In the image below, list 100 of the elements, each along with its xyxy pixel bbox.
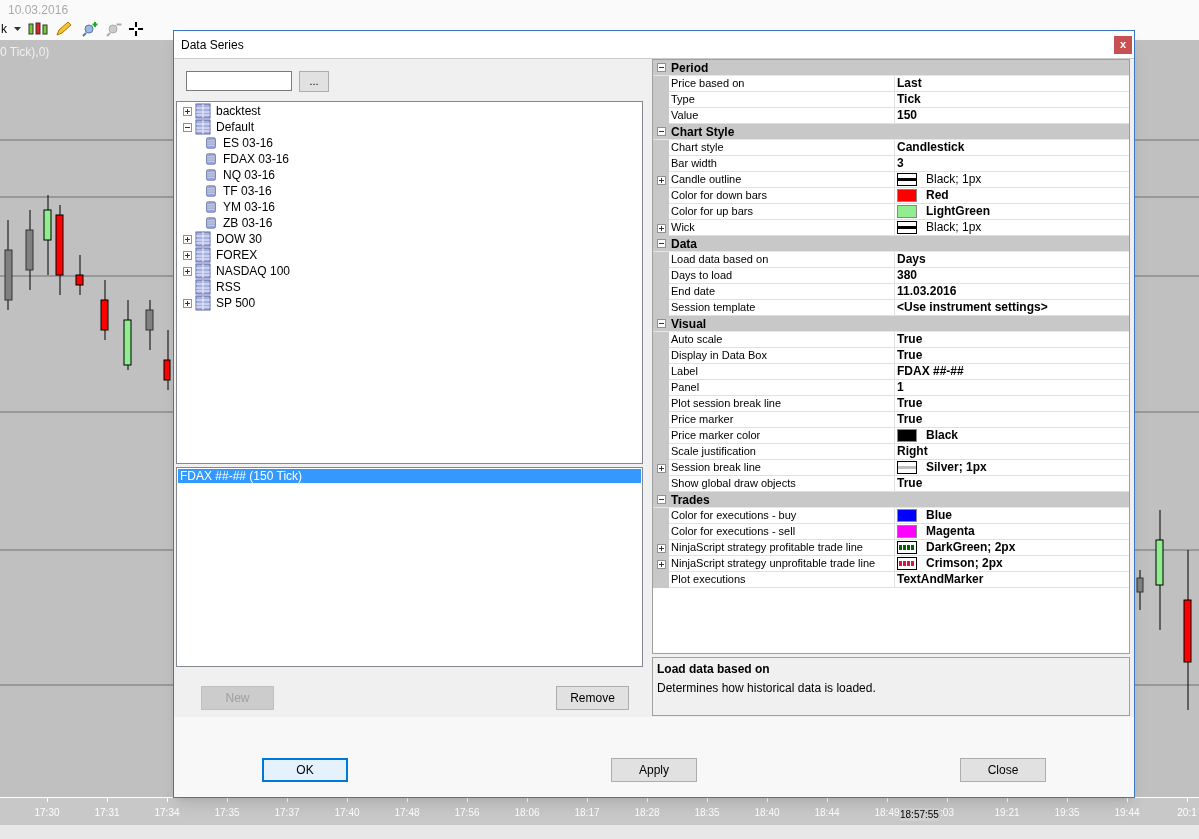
property-value[interactable]: Candlestick — [897, 140, 965, 155]
tree-item[interactable]: DOW 30 — [216, 230, 262, 248]
property-name[interactable]: Display in Data Box — [669, 348, 895, 364]
candlestick-icon[interactable] — [27, 21, 49, 37]
property-value[interactable]: 150 — [897, 108, 918, 123]
property-name[interactable]: Price marker color — [669, 428, 895, 444]
property-value[interactable]: Right — [897, 444, 928, 459]
property-value[interactable]: Magenta — [926, 524, 975, 539]
expand-icon[interactable] — [656, 463, 666, 473]
expand-icon[interactable] — [183, 298, 192, 308]
dialog-button[interactable]: Apply — [611, 758, 697, 782]
property-value[interactable]: Crimson; 2px — [926, 556, 1003, 571]
dialog-button[interactable]: OK — [262, 758, 348, 782]
property-value[interactable]: Blue — [926, 508, 952, 523]
property-value[interactable]: Tick — [897, 92, 921, 107]
collapse-icon[interactable] — [183, 122, 192, 132]
property-name[interactable]: Bar width — [669, 156, 895, 172]
property-name[interactable]: Plot session break line — [669, 396, 895, 412]
property-name[interactable]: Price marker — [669, 412, 895, 428]
property-value[interactable]: True — [897, 348, 923, 363]
category-header[interactable]: Chart Style — [669, 122, 735, 141]
category-header[interactable]: Visual — [669, 314, 707, 333]
expand-icon[interactable] — [183, 266, 192, 276]
expand-icon[interactable] — [656, 175, 666, 185]
property-name[interactable]: End date — [669, 284, 895, 300]
property-name[interactable]: Panel — [669, 380, 895, 396]
property-value[interactable]: Black; 1px — [926, 172, 982, 187]
property-name[interactable]: Scale justification — [669, 444, 895, 460]
property-value[interactable]: FDAX ##-## — [897, 364, 964, 379]
property-name[interactable]: Candle outline — [669, 172, 895, 188]
category-header[interactable]: Period — [669, 58, 709, 77]
property-name[interactable]: Color for down bars — [669, 188, 895, 204]
tree-item[interactable]: FOREX — [216, 246, 258, 264]
property-name[interactable]: Session break line — [669, 460, 895, 476]
instrument-dropdown[interactable]: k — [0, 20, 8, 38]
tree-item[interactable]: NASDAQ 100 — [216, 262, 291, 280]
tree-item[interactable]: NQ 03-16 — [223, 166, 276, 184]
window-close-button[interactable]: x — [1114, 35, 1132, 54]
property-value[interactable]: Last — [897, 76, 922, 91]
property-value[interactable]: Black — [926, 428, 959, 443]
expand-icon[interactable] — [183, 234, 192, 244]
property-value[interactable]: True — [897, 476, 923, 491]
browse-button[interactable]: ... — [299, 71, 329, 92]
collapse-icon[interactable] — [656, 63, 666, 72]
property-value[interactable]: Silver; 1px — [926, 460, 987, 475]
tree-item[interactable]: backtest — [216, 102, 261, 120]
tree-item[interactable]: TF 03-16 — [223, 182, 272, 200]
tree-item[interactable]: ZB 03-16 — [223, 214, 273, 232]
remove-button[interactable]: Remove — [556, 686, 629, 710]
property-name[interactable]: Type — [669, 92, 895, 108]
property-name[interactable]: Color for executions - sell — [669, 524, 895, 540]
property-name[interactable]: Plot executions — [669, 572, 895, 588]
collapse-icon[interactable] — [656, 319, 666, 328]
property-name[interactable]: Auto scale — [669, 332, 895, 348]
collapse-icon[interactable] — [656, 239, 666, 248]
property-value[interactable]: Black; 1px — [926, 220, 982, 235]
tree-item[interactable]: YM 03-16 — [223, 198, 276, 216]
property-name[interactable]: Label — [669, 364, 895, 380]
candlestick — [100, 279, 109, 341]
property-value[interactable]: Red — [926, 188, 949, 203]
zoom-in-icon[interactable] — [81, 21, 99, 37]
tree-item[interactable]: Default — [216, 118, 255, 136]
expand-icon[interactable] — [183, 106, 192, 116]
tree-item[interactable]: FDAX 03-16 — [223, 150, 290, 168]
property-name[interactable]: NinjaScript strategy profitable trade line — [669, 540, 895, 556]
database-icon — [205, 169, 217, 181]
property-name[interactable]: Load data based on — [669, 252, 895, 268]
property-value[interactable]: True — [897, 396, 923, 411]
property-value[interactable]: 1 — [897, 380, 904, 395]
property-value[interactable]: 380 — [897, 268, 918, 283]
dialog-button[interactable]: Close — [960, 758, 1046, 782]
property-name[interactable]: Days to load — [669, 268, 895, 284]
property-value[interactable]: <Use instrument settings> — [897, 300, 1048, 315]
expand-icon[interactable] — [656, 543, 666, 553]
property-value[interactable]: Days — [897, 252, 926, 267]
expand-icon[interactable] — [656, 559, 666, 569]
collapse-icon[interactable] — [656, 127, 666, 136]
property-value[interactable]: True — [897, 332, 923, 347]
database-icon — [205, 185, 217, 197]
collapse-icon[interactable] — [656, 495, 666, 504]
crosshair-icon[interactable] — [129, 22, 143, 36]
property-value[interactable]: 11.03.2016 — [897, 284, 957, 299]
tree-item[interactable]: ES 03-16 — [223, 134, 274, 152]
property-value[interactable]: LightGreen — [926, 204, 990, 219]
tree-item[interactable]: RSS — [216, 278, 241, 296]
property-name[interactable]: NinjaScript strategy unprofitable trade line — [669, 556, 895, 572]
property-name[interactable]: Chart style — [669, 140, 895, 156]
category-header[interactable]: Data — [669, 234, 697, 253]
category-header[interactable]: Trades — [669, 490, 710, 509]
tree-item[interactable]: SP 500 — [216, 294, 256, 312]
property-name[interactable]: Color for executions - buy — [669, 508, 895, 524]
property-value[interactable]: DarkGreen; 2px — [926, 540, 1016, 555]
property-name[interactable]: Price based on — [669, 76, 895, 92]
property-value[interactable]: True — [897, 412, 923, 427]
property-value[interactable]: TextAndMarker — [897, 572, 984, 587]
search-field[interactable] — [186, 71, 292, 91]
expand-icon[interactable] — [656, 223, 666, 233]
expand-icon[interactable] — [183, 250, 192, 260]
property-name[interactable]: Color for up bars — [669, 204, 895, 220]
property-value[interactable]: 3 — [897, 156, 904, 171]
